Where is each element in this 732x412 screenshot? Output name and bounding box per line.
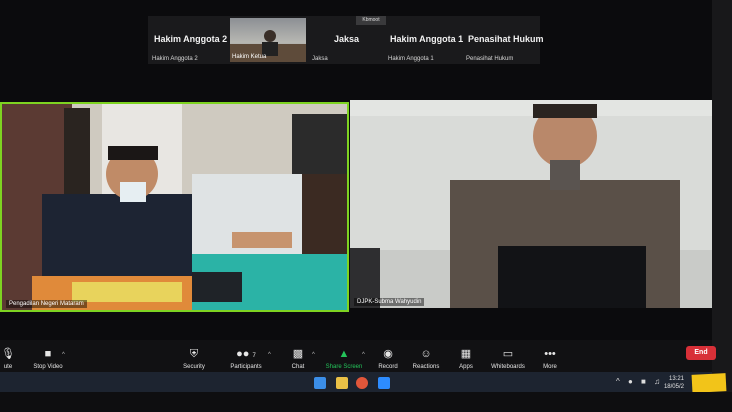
windows-taskbar: ^ ● ■ ♫ 13:21 18/05/2 <box>0 372 712 394</box>
video-camera-icon: ■ <box>44 348 52 360</box>
participant-name-label: DJPK-Subma Wahyudin <box>354 298 425 306</box>
shield-icon: ⛨ <box>189 348 199 360</box>
tile-name: Jaksa <box>334 34 360 44</box>
video-pane-witness[interactable]: DJPK-Subma Wahyudin <box>350 100 712 308</box>
tile-name: Hakim Anggota 2 <box>154 34 228 44</box>
firefox-icon[interactable] <box>356 377 368 389</box>
participant-name-label: Pengadilan Negeri Mataram <box>6 300 87 308</box>
tile-label: Jaksa <box>312 56 328 62</box>
chevron-up-icon[interactable]: ^ <box>312 352 315 358</box>
tile-label: Penasihat Hukum <box>466 56 514 62</box>
tile-label: Hakim Ketua <box>232 54 267 60</box>
tile-hakim-anggota-1[interactable]: Hakim Anggota 1 Hakim Anggota 1 <box>384 16 464 64</box>
speaker-badge: Kbmoot <box>356 16 386 25</box>
more-button[interactable]: ••• More <box>522 346 578 370</box>
people-icon: ●● 7 <box>236 348 256 360</box>
zoom-app-icon[interactable] <box>378 377 390 389</box>
file-explorer-icon[interactable] <box>336 377 348 389</box>
system-tray-icons[interactable]: ^ ● ■ ♫ <box>616 377 663 386</box>
end-meeting-button[interactable]: End <box>686 346 716 360</box>
windows-start-icon[interactable] <box>314 377 326 389</box>
participants-button[interactable]: ●● 7 Participants <box>218 346 274 370</box>
tile-hakim-anggota-2[interactable]: Hakim Anggota 2 Hakim Anggota 2 <box>148 16 228 64</box>
security-button[interactable]: ⛨ Security <box>166 346 222 370</box>
stop-video-button[interactable]: ■ Stop Video <box>20 346 76 370</box>
tile-label: Hakim Anggota 2 <box>152 56 198 62</box>
video-pane-courtroom[interactable]: Pengadilan Negeri Mataram <box>0 102 349 312</box>
tile-hakim-ketua[interactable]: Hakim Ketua <box>230 18 306 62</box>
witness-video <box>350 100 712 308</box>
tile-label: Hakim Anggota 1 <box>388 56 434 62</box>
sticky-note <box>691 373 727 393</box>
monitor-bezel-bottom <box>0 392 732 412</box>
clock[interactable]: 13:21 18/05/2 <box>664 375 684 391</box>
more-dots-icon: ••• <box>544 348 556 360</box>
chevron-up-icon[interactable]: ^ <box>62 352 65 358</box>
tile-name: Penasihat Hukum <box>468 34 544 44</box>
tile-penasihat-hukum[interactable]: Penasihat Hukum Penasihat Hukum <box>462 16 544 64</box>
gallery-strip: Hakim Anggota 2 Hakim Anggota 2 Hakim Ke… <box>148 16 544 64</box>
tile-name: Hakim Anggota 1 <box>390 34 464 44</box>
courtroom-video <box>2 104 347 310</box>
